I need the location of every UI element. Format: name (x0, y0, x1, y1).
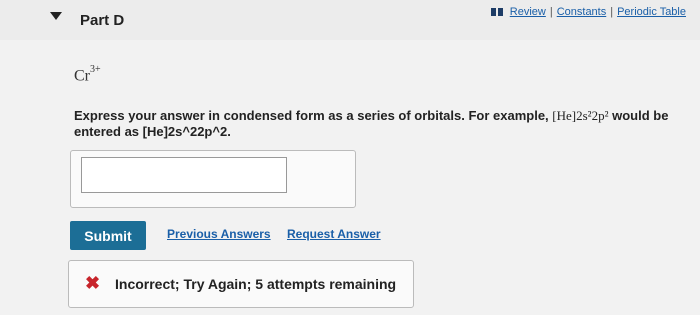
answer-input[interactable] (81, 157, 287, 193)
ion-charge: 3+ (90, 64, 101, 75)
example-notation: [He]2s²2p² (552, 108, 609, 123)
link-separator: | (549, 6, 553, 18)
part-title: Part D (80, 12, 125, 29)
ion-formula: Cr3+ (74, 64, 101, 85)
ion-symbol: Cr (74, 67, 90, 85)
link-separator: | (610, 6, 614, 18)
resource-links: Review | Constants | Periodic Table (490, 6, 686, 18)
periodic-table-link[interactable]: Periodic Table (617, 6, 686, 18)
submit-button[interactable]: Submit (70, 221, 146, 250)
review-link[interactable]: Review (510, 6, 546, 18)
request-answer-link[interactable]: Request Answer (287, 227, 381, 241)
question-instruction: Express your answer in condensed form as… (74, 108, 684, 140)
constants-link[interactable]: Constants (557, 6, 607, 18)
answer-container (70, 150, 356, 208)
part-header: Part D Review | Constants | Periodic Tab… (0, 0, 700, 40)
previous-answers-link[interactable]: Previous Answers (167, 227, 271, 241)
book-icon (490, 8, 503, 16)
incorrect-x-icon: ✖ (85, 273, 101, 293)
feedback-box: ✖ Incorrect; Try Again; 5 attempts remai… (68, 260, 414, 308)
feedback-message: Incorrect; Try Again; 5 attempts remaini… (115, 276, 397, 292)
instruction-prefix: Express your answer in condensed form as… (74, 108, 549, 123)
collapse-caret-icon[interactable] (50, 12, 62, 20)
